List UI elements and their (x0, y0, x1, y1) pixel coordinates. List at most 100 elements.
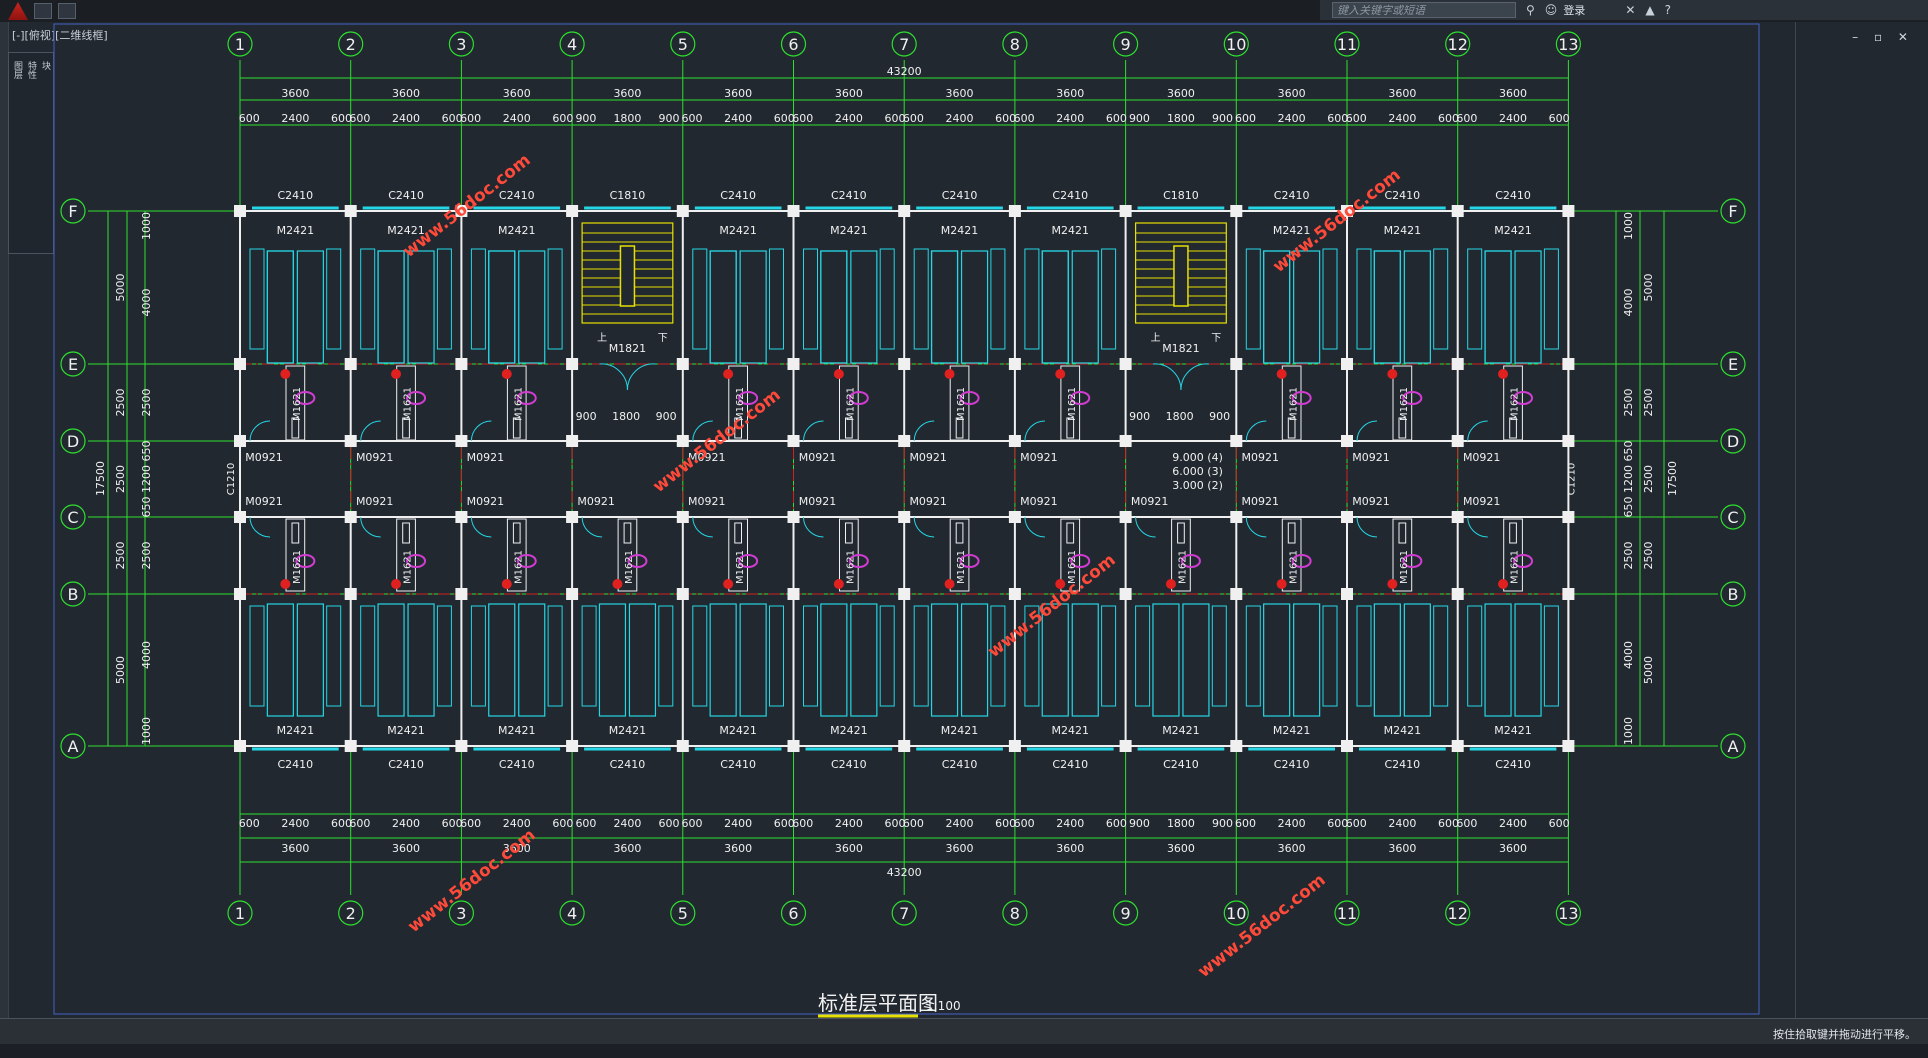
column (344, 511, 357, 523)
grid-bubble-label: 2 (346, 904, 356, 923)
inner-dim-right: 1000 (1622, 212, 1635, 240)
stair-dim: 900 (1209, 410, 1230, 423)
inner-dim-right: 4000 (1622, 641, 1635, 669)
sink (612, 579, 623, 589)
bathtub (845, 522, 853, 544)
inner-dim-right: 1000 (1622, 717, 1635, 745)
stair-dim: 1800 (1166, 410, 1194, 423)
grid-bubble-label: 10 (1226, 35, 1246, 54)
sink (833, 579, 844, 589)
bath-door-label: M1621 (1288, 387, 1299, 421)
grid-bubble-label: 4 (567, 35, 577, 54)
sub-dim-top: 600 (1456, 112, 1477, 125)
window-label-bottom: C2410 (1274, 758, 1310, 771)
column (234, 740, 246, 752)
wardrobe (436, 605, 452, 707)
window-label-top: C2410 (1495, 189, 1531, 202)
column (676, 740, 689, 752)
window-label-top: C2410 (1274, 189, 1310, 202)
floor-plan-drawing[interactable]: 4320043200360036003600360036003600360036… (0, 0, 1928, 1058)
grid-bubble-label: 6 (788, 904, 798, 923)
column (344, 435, 357, 447)
column (344, 588, 357, 600)
sink (944, 369, 955, 379)
bath-door-label: M1621 (403, 387, 414, 421)
sub-dim-top: 2400 (1388, 112, 1416, 125)
column (1008, 358, 1021, 370)
grid-bubble-label: 7 (899, 904, 909, 923)
column (455, 511, 468, 523)
column (1341, 435, 1353, 447)
bed (377, 603, 405, 717)
sink (1165, 579, 1176, 589)
wardrobe (1356, 605, 1372, 707)
column (1451, 205, 1464, 217)
inner-dim-right: 650 (1622, 441, 1635, 462)
wardrobe (1101, 605, 1117, 707)
bed (488, 250, 516, 364)
sub-dim-top: 1800 (613, 112, 641, 125)
inner-dim-left: 1200 (140, 465, 153, 493)
grid-bubble-label: D (67, 432, 79, 451)
stair-dim: 900 (656, 410, 677, 423)
corridor-door-label: M0921 (688, 495, 726, 508)
sink (391, 579, 402, 589)
sink (1276, 579, 1287, 589)
segment-dim-left: 2500 (114, 542, 127, 570)
door-swing (803, 516, 824, 538)
bathtub (1287, 522, 1296, 544)
inner-dim-right: 2500 (1622, 542, 1635, 570)
grid-bubble-label: 13 (1558, 35, 1578, 54)
door-swing (1467, 420, 1488, 442)
bathtub (1066, 522, 1075, 544)
bay-dim-top: 3600 (613, 87, 641, 100)
door-label-bottom: M2421 (1273, 724, 1311, 737)
door-swing (249, 516, 271, 538)
bed (960, 250, 989, 364)
stair-dim: 900 (1129, 410, 1150, 423)
bay-dim-top: 3600 (1278, 87, 1306, 100)
wardrobe (249, 605, 265, 707)
corridor-door-label: M0921 (1020, 495, 1058, 508)
bed (1041, 250, 1069, 364)
door-swing (1245, 420, 1267, 442)
sink (501, 579, 512, 589)
bay-dim-bottom: 3600 (392, 842, 420, 855)
wardrobe (803, 248, 818, 350)
bay-dim-bottom: 3600 (1056, 842, 1084, 855)
sub-dim-bottom: 2400 (613, 817, 641, 830)
door-label-top: M2421 (1384, 224, 1422, 237)
wardrobe (436, 248, 452, 350)
bathtub (1398, 522, 1407, 544)
side-window-right: C1210 (1566, 463, 1577, 495)
door-label-top: M2421 (1494, 224, 1532, 237)
segment-dim-right: 5000 (1642, 274, 1655, 302)
grid-bubble-label: 11 (1337, 35, 1357, 54)
watermarks: www.56doc.com www.56doc.comwww.56doc.comw… (399, 150, 1404, 982)
corridor-door-label: M0921 (245, 451, 283, 464)
window-label-bottom: C2410 (610, 758, 646, 771)
elevation-label: 6.000 (3) (1172, 465, 1223, 478)
segment-dim-left: 2500 (114, 389, 127, 417)
bed (1484, 250, 1512, 364)
window-label-bottom: C2410 (499, 758, 535, 771)
wardrobe (1024, 248, 1040, 350)
grid-bubble-label: E (1728, 355, 1738, 374)
corridor-door-label: M0921 (1463, 451, 1501, 464)
column (676, 358, 689, 370)
inner-dim-left: 2500 (140, 389, 153, 417)
column (787, 435, 800, 447)
bottom-strip (0, 1044, 1928, 1058)
column (1119, 205, 1132, 217)
window-label-bottom: C2410 (1495, 758, 1531, 771)
window-label-top: C2410 (942, 189, 978, 202)
column (566, 511, 579, 523)
grid-bubble-label: E (68, 355, 78, 374)
column (234, 435, 246, 447)
grid-bubble-label: D (1727, 432, 1739, 451)
door-label-top: M2421 (277, 224, 315, 237)
bath-door-label: M1621 (1067, 387, 1078, 421)
side-window-left: C1210 (226, 463, 237, 495)
bay-dim-top: 3600 (281, 87, 309, 100)
grid-bubble-label: B (1728, 585, 1739, 604)
